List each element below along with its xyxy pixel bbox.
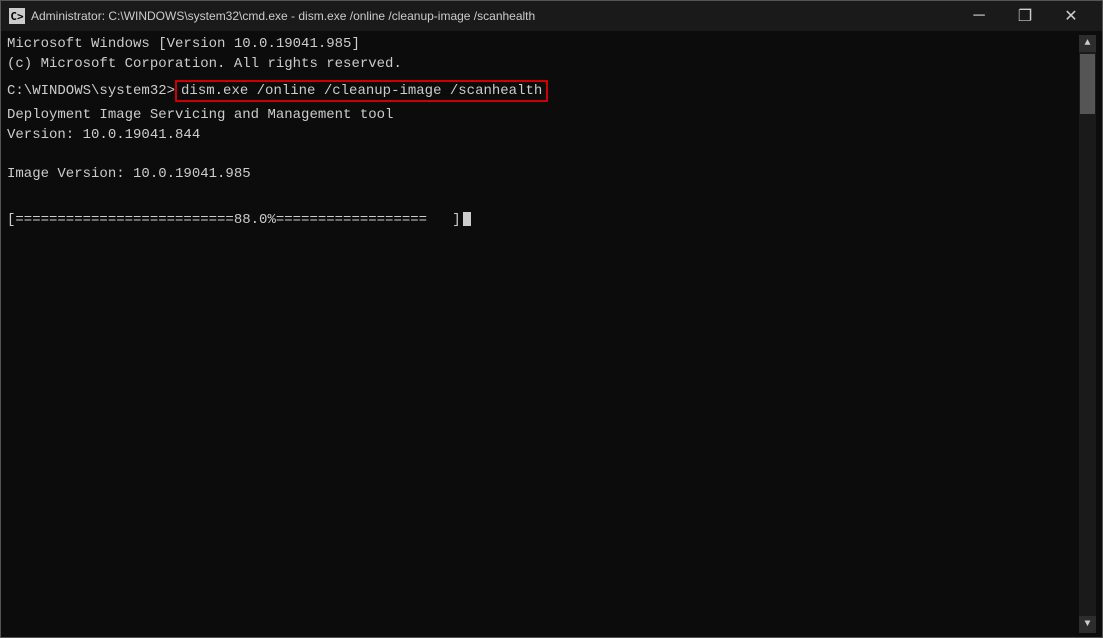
close-button[interactable]: ✕: [1048, 1, 1094, 31]
empty-line-2: [7, 185, 1079, 205]
title-bar-text: Administrator: C:\WINDOWS\system32\cmd.e…: [31, 9, 956, 23]
scroll-up-button[interactable]: ▲: [1079, 35, 1096, 52]
restore-button[interactable]: ❐: [1002, 1, 1048, 31]
empty-line-1: [7, 145, 1079, 165]
minimize-button[interactable]: ─: [956, 1, 1002, 31]
image-version-line: Image Version: 10.0.19041.985: [7, 165, 1079, 185]
empty-space: [7, 228, 1079, 528]
console-area: Microsoft Windows [Version 10.0.19041.98…: [1, 31, 1102, 637]
scroll-thumb[interactable]: [1080, 54, 1095, 114]
scroll-track[interactable]: [1079, 52, 1096, 616]
command-line: C:\WINDOWS\system32>dism.exe /online /cl…: [7, 80, 1079, 102]
dism-tool-line: Deployment Image Servicing and Managemen…: [7, 106, 1079, 126]
command-text: dism.exe /online /cleanup-image /scanhea…: [175, 80, 548, 102]
title-bar: C> Administrator: C:\WINDOWS\system32\cm…: [1, 1, 1102, 31]
version-line: Version: 10.0.19041.844: [7, 126, 1079, 146]
cmd-window: C> Administrator: C:\WINDOWS\system32\cm…: [0, 0, 1103, 638]
windows-version-line: Microsoft Windows [Version 10.0.19041.98…: [7, 35, 1079, 55]
scroll-down-button[interactable]: ▼: [1079, 616, 1096, 633]
scrollbar[interactable]: ▲ ▼: [1079, 35, 1096, 633]
prompt: C:\WINDOWS\system32>: [7, 83, 175, 99]
window-icon: C>: [9, 8, 25, 24]
console-content[interactable]: Microsoft Windows [Version 10.0.19041.98…: [7, 35, 1079, 633]
cursor: [463, 212, 471, 226]
window-controls: ─ ❐ ✕: [956, 1, 1094, 31]
progress-bar-line: [==========================88.0%========…: [7, 212, 1079, 228]
bottom-area: [7, 528, 1079, 548]
copyright-line: (c) Microsoft Corporation. All rights re…: [7, 55, 1079, 75]
